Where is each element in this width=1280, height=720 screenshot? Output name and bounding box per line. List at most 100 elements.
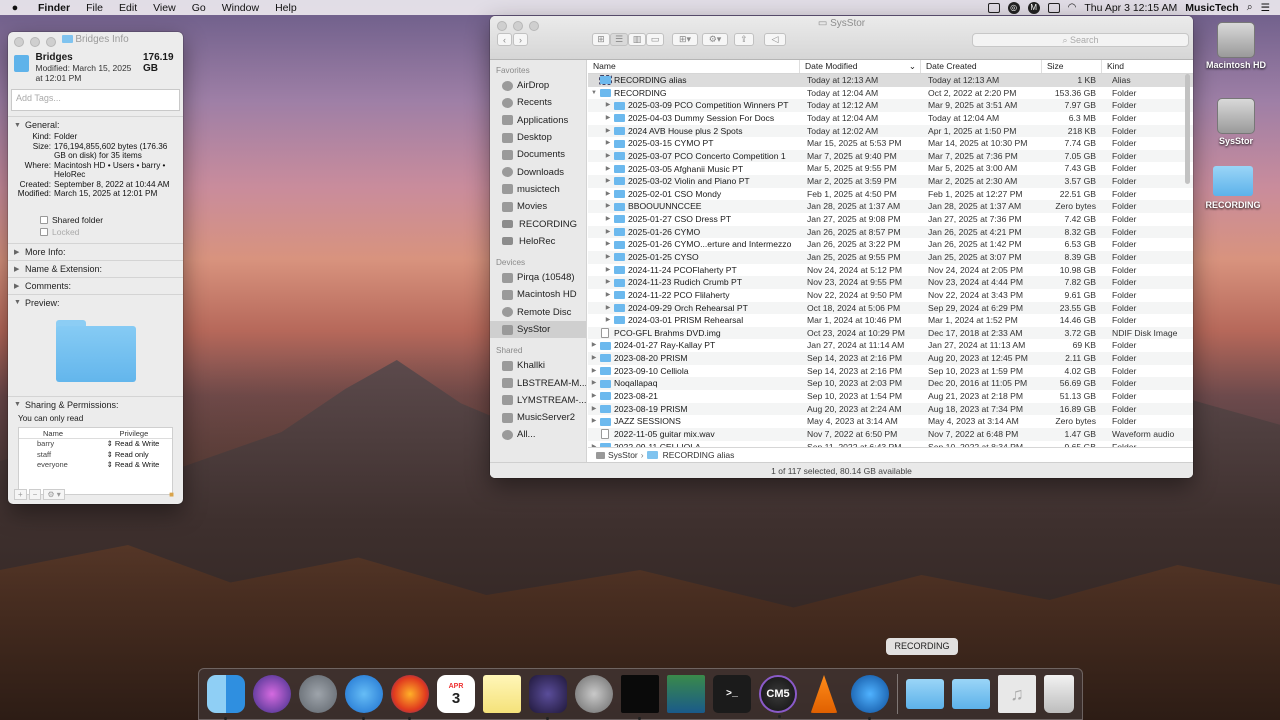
launchpad-rocket-icon[interactable] bbox=[299, 675, 337, 713]
permission-row[interactable]: everyone ⇕ Read & Write bbox=[19, 460, 172, 471]
siri-dock-icon[interactable] bbox=[253, 675, 291, 713]
table-row[interactable]: ▶ 2024-11-23 Rudich Crumb PT Nov 23, 2024 … bbox=[588, 276, 1193, 289]
preview-section-toggle[interactable]: ▼ Preview: bbox=[8, 296, 183, 310]
back-button[interactable]: ‹ bbox=[497, 33, 512, 46]
pro-tools-dock-icon[interactable] bbox=[529, 675, 567, 720]
menu-edit[interactable]: Edit bbox=[111, 2, 145, 14]
table-row[interactable]: ▶ 2025-03-15 CYMO PT Mar 15, 2025 at 5:53 … bbox=[588, 137, 1193, 150]
sidebar-item-applications[interactable]: Applications bbox=[490, 112, 586, 129]
cm5-dock-icon[interactable]: CM5 bbox=[759, 675, 797, 718]
table-row[interactable]: ▶ 2025-01-26 CYMO Jan 26, 2025 at 8:57 PM J… bbox=[588, 225, 1193, 239]
spotlight-icon[interactable]: ⌕ bbox=[1247, 1, 1253, 14]
table-row[interactable]: ▶ 2023-08-21 Sep 10, 2023 at 1:54 PM Aug 21… bbox=[588, 390, 1193, 403]
table-row[interactable]: RECORDING alias Today at 12:13 AM Today at… bbox=[588, 74, 1193, 87]
table-row[interactable]: ▶ 2025-03-02 Violin and Piano PT Mar 2, 20… bbox=[588, 175, 1193, 188]
disclosure-closed-icon[interactable]: ▶ bbox=[602, 175, 614, 188]
table-row[interactable]: ▶ 2023-09-10 Celliola Sep 14, 2023 at 2:16… bbox=[588, 365, 1193, 378]
tags-input[interactable]: Add Tags... bbox=[11, 89, 180, 111]
sidebar-item-lbstream[interactable]: LBSTREAM-M... bbox=[490, 374, 586, 391]
firefox-dock-icon[interactable] bbox=[391, 675, 429, 720]
sidebar-item-recents[interactable]: Recents bbox=[490, 94, 586, 111]
safari-compass-icon[interactable] bbox=[345, 675, 383, 720]
disclosure-closed-icon[interactable]: ▶ bbox=[602, 213, 614, 226]
forward-button[interactable]: › bbox=[513, 33, 528, 46]
col-kind[interactable]: Kind bbox=[1102, 60, 1193, 73]
share-button[interactable]: ⇪ bbox=[734, 33, 754, 46]
disclosure-closed-icon[interactable]: ▶ bbox=[588, 377, 600, 390]
disclosure-closed-icon[interactable]: ▶ bbox=[602, 112, 614, 125]
vertical-scrollbar[interactable] bbox=[1185, 74, 1190, 184]
table-row[interactable]: ▶ 2024-03-01 PRISM Rehearsal Mar 1, 2024 a… bbox=[588, 314, 1193, 327]
disclosure-closed-icon[interactable]: ▶ bbox=[602, 302, 614, 315]
sidebar-item-musictech[interactable]: musictech bbox=[490, 181, 586, 198]
sidebar-item-helorec[interactable]: HeloRec bbox=[490, 233, 586, 250]
minimize-button[interactable] bbox=[30, 37, 40, 47]
menubar-username[interactable]: MusicTech bbox=[1185, 2, 1238, 14]
more-info-section-toggle[interactable]: ▶ More Info: bbox=[8, 245, 183, 259]
sidebar-item-sysstor[interactable]: SysStor bbox=[490, 320, 586, 339]
black-app-dock-icon[interactable] bbox=[621, 675, 659, 720]
notes-dock-icon[interactable] bbox=[483, 675, 521, 713]
vlc-cone-icon[interactable] bbox=[810, 675, 838, 713]
menu-help[interactable]: Help bbox=[267, 2, 305, 14]
sidebar-item-recording[interactable]: RECORDING bbox=[490, 215, 586, 232]
table-row[interactable]: ▶ 2023-08-19 PRISM Aug 20, 2023 at 2:24 AM… bbox=[588, 402, 1193, 416]
disclosure-closed-icon[interactable]: ▶ bbox=[602, 200, 614, 213]
disclosure-closed-icon[interactable]: ▶ bbox=[588, 365, 600, 378]
perm-col-name[interactable]: Name bbox=[19, 428, 96, 438]
disclosure-closed-icon[interactable]: ▶ bbox=[588, 352, 600, 365]
desktop-icon-sysstor[interactable]: SysStor bbox=[1201, 98, 1271, 146]
disclosure-closed-icon[interactable]: ▶ bbox=[602, 150, 614, 163]
disclosure-open-icon[interactable]: ▼ bbox=[588, 87, 600, 100]
disclosure-closed-icon[interactable]: ▶ bbox=[602, 264, 614, 277]
desktop-icon-recording[interactable]: RECORDING bbox=[1198, 166, 1268, 210]
perm-col-privilege[interactable]: Privilege bbox=[96, 428, 173, 438]
folder-dock-icon[interactable] bbox=[952, 679, 990, 709]
col-date-modified[interactable]: Date Modified ⌄ bbox=[800, 60, 921, 73]
name-extension-section-toggle[interactable]: ▶ Name & Extension: bbox=[8, 262, 183, 276]
icon-view-button[interactable]: ⊞ bbox=[592, 33, 610, 46]
sidebar-item-documents[interactable]: Documents bbox=[490, 146, 586, 163]
zoom-button[interactable] bbox=[46, 37, 56, 47]
menubar-clock[interactable]: Thu Apr 3 12:15 AM bbox=[1084, 2, 1177, 14]
apple-menu-icon[interactable]: ● bbox=[0, 2, 30, 14]
sidebar-item-desktop[interactable]: Desktop bbox=[490, 129, 586, 146]
airplay-icon[interactable] bbox=[1047, 2, 1060, 13]
action-gear-button[interactable]: ⚙▾ bbox=[702, 33, 728, 46]
sidebar-item-khallki[interactable]: Khallki bbox=[490, 357, 586, 374]
tags-button[interactable]: ◁ bbox=[764, 33, 786, 46]
path-item-recording-alias[interactable]: RECORDING alias bbox=[663, 448, 735, 463]
col-name[interactable]: Name bbox=[588, 60, 800, 73]
search-field[interactable]: ⌕ Search bbox=[972, 33, 1189, 47]
sidebar-item-lymstream[interactable]: LYMSTREAM-... bbox=[490, 392, 586, 409]
sidebar-item-airdrop[interactable]: AirDrop bbox=[490, 77, 586, 94]
general-section-toggle[interactable]: ▼ General: bbox=[8, 118, 183, 132]
close-button[interactable] bbox=[14, 37, 24, 47]
sidebar-item-macintosh-hd[interactable]: Macintosh HD bbox=[490, 286, 586, 303]
list-view-button[interactable]: ☰ bbox=[610, 33, 628, 46]
table-row[interactable]: ▶ 2025-01-27 CSO Dress PT Jan 27, 2025 at … bbox=[588, 213, 1193, 226]
disclosure-closed-icon[interactable]: ▶ bbox=[602, 238, 614, 251]
table-row[interactable]: ▶ 2024-09-29 Orch Rehearsal PT Oct 18, 202… bbox=[588, 301, 1193, 315]
recording-folder-dock-icon[interactable] bbox=[906, 679, 944, 709]
disclosure-closed-icon[interactable]: ▶ bbox=[602, 226, 614, 239]
notification-center-icon[interactable]: ☰ bbox=[1261, 2, 1270, 14]
disclosure-closed-icon[interactable]: ▶ bbox=[602, 289, 614, 302]
disclosure-closed-icon[interactable]: ▶ bbox=[588, 390, 600, 403]
table-row[interactable]: ▶ 2023-08-20 PRISM Sep 14, 2023 at 2:16 PM… bbox=[588, 352, 1193, 365]
quicktime-dock-icon[interactable] bbox=[851, 675, 889, 720]
path-item-sysstor[interactable]: SysStor bbox=[608, 448, 638, 463]
music-file-dock-icon[interactable]: ♫ bbox=[998, 675, 1036, 713]
sidebar-item-all[interactable]: All... bbox=[490, 426, 586, 443]
disclosure-closed-icon[interactable]: ▶ bbox=[602, 276, 614, 289]
table-row[interactable]: ▶ 2024-11-24 PCOFlaherty PT Nov 24, 2024 a… bbox=[588, 264, 1193, 277]
sharing-permissions-section-toggle[interactable]: ▼ Sharing & Permissions: bbox=[8, 398, 183, 412]
table-row[interactable]: ▶ 2025-03-05 Afghanii Music PT Mar 5, 2025… bbox=[588, 162, 1193, 175]
column-view-button[interactable]: ▥ bbox=[628, 33, 646, 46]
sidebar-item-downloads[interactable]: Downloads bbox=[490, 163, 586, 180]
comments-section-toggle[interactable]: ▶ Comments: bbox=[8, 279, 183, 293]
sync-icon[interactable]: ◎ bbox=[1007, 1, 1020, 14]
table-row[interactable]: ▶ BBOOUUNNCCEE Jan 28, 2025 at 1:37 AM Jan … bbox=[588, 200, 1193, 214]
disclosure-closed-icon[interactable]: ▶ bbox=[602, 163, 614, 176]
menu-view[interactable]: View bbox=[145, 2, 184, 14]
